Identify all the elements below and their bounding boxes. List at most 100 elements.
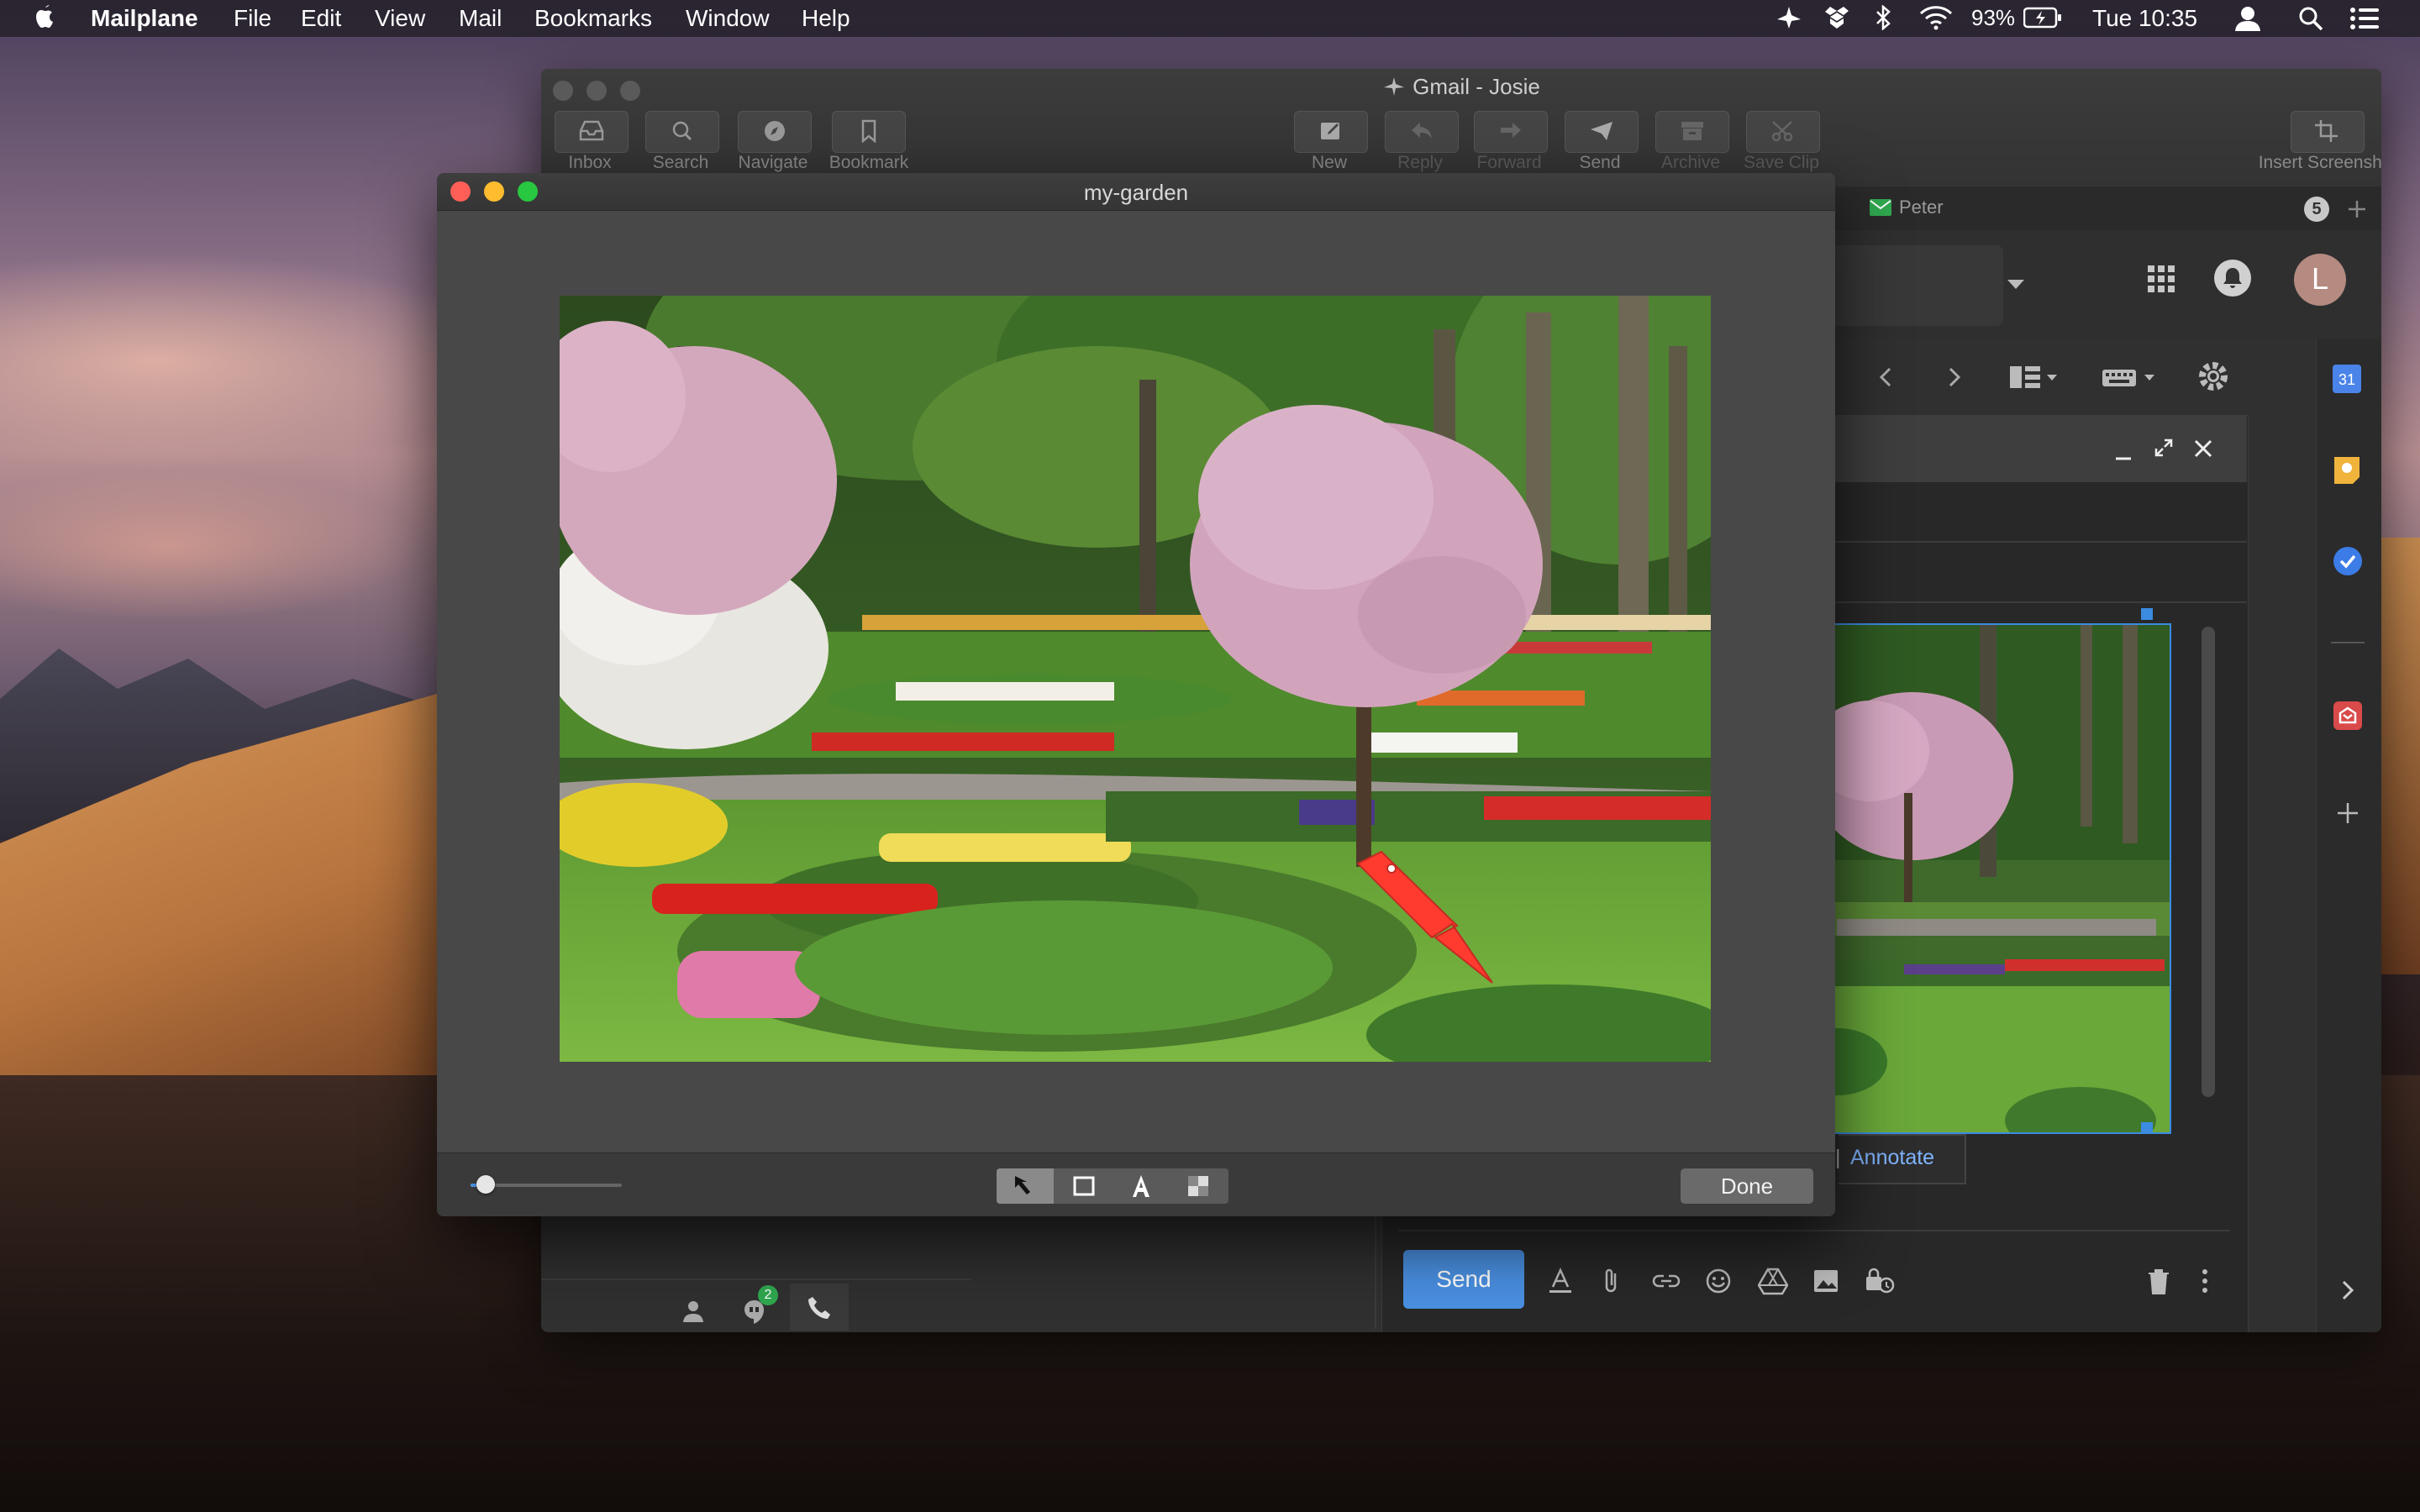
save-clip-label: Save Clip	[1744, 153, 1819, 172]
text-tool[interactable]	[1113, 1168, 1170, 1204]
compose-divider	[1398, 1230, 2230, 1231]
wifi-icon[interactable]	[1919, 5, 1953, 30]
addon-icon[interactable]	[2333, 701, 2363, 731]
bookmark-button[interactable]	[832, 111, 906, 153]
menubar-clock[interactable]: Tue 10:35	[2092, 5, 2197, 32]
minimize-icon[interactable]	[2112, 442, 2134, 464]
insert-screenshot-button[interactable]	[2291, 111, 2365, 153]
add-tab-icon[interactable]	[2346, 198, 2368, 220]
chat-badge: 2	[758, 1285, 778, 1305]
settings-gear-icon[interactable]	[2196, 360, 2230, 393]
new-button[interactable]	[1294, 111, 1368, 153]
compass-icon	[765, 121, 785, 141]
wallpaper-cloud	[0, 470, 420, 622]
avatar[interactable]: L	[2294, 254, 2346, 306]
menu-bar: Mailplane File Edit View Mail Bookmarks …	[0, 0, 2420, 37]
menu-file[interactable]: File	[234, 5, 271, 32]
calendar-icon[interactable]: 31	[2333, 365, 2361, 393]
notification-center-icon[interactable]	[2349, 7, 2380, 30]
app-menu[interactable]: Mailplane	[91, 5, 198, 32]
apple-icon[interactable]	[34, 3, 57, 32]
scissors-icon	[1771, 121, 1793, 142]
garden-photo[interactable]	[560, 296, 1711, 1062]
image-editor-window: my-garden Done	[437, 173, 1835, 1216]
pixelate-tool[interactable]	[1170, 1168, 1227, 1204]
insert-photo-icon[interactable]	[1812, 1267, 1840, 1295]
navigate-button[interactable]	[738, 111, 812, 153]
mail-icon	[1870, 199, 1891, 216]
menu-help[interactable]: Help	[802, 5, 850, 32]
keyboard-icon[interactable]	[2101, 365, 2161, 390]
archive-button[interactable]	[1655, 111, 1729, 153]
battery-charging-icon[interactable]	[2023, 7, 2062, 29]
insert-screenshot-label: Insert Screenshot	[2258, 153, 2381, 172]
text-format-icon[interactable]	[1546, 1267, 1575, 1295]
arrow-handle[interactable]	[1386, 864, 1397, 874]
side-panel	[2316, 339, 2381, 1332]
rectangle-tool[interactable]	[1055, 1168, 1113, 1204]
arrow-tool[interactable]	[997, 1168, 1054, 1204]
attached-image[interactable]	[1802, 623, 2171, 1134]
add-addon-icon[interactable]	[2334, 800, 2361, 827]
trash-icon[interactable]	[2146, 1267, 2171, 1295]
chevron-left-icon[interactable]	[1877, 366, 1894, 388]
confidential-mode-icon[interactable]	[1864, 1267, 1896, 1295]
spotlight-search-icon[interactable]	[2297, 5, 2324, 32]
annotate-label: Annotate	[1850, 1146, 1935, 1169]
menu-view[interactable]: View	[375, 5, 425, 32]
tasks-icon[interactable]	[2333, 546, 2363, 576]
send-label: Send	[1579, 153, 1621, 172]
navigate-label: Navigate	[738, 153, 808, 172]
user-icon[interactable]	[2233, 5, 2262, 32]
scrollbar[interactable]	[2202, 627, 2215, 1097]
compose-icon	[1321, 123, 1339, 139]
battery-percent: 93%	[1971, 5, 2016, 30]
tab-count-badge: 5	[2304, 197, 2329, 222]
menu-window[interactable]: Window	[686, 5, 770, 32]
send-icon	[1591, 122, 1612, 140]
menu-bookmarks[interactable]: Bookmarks	[534, 5, 652, 32]
airplane-icon	[1384, 77, 1405, 96]
reply-button[interactable]	[1385, 111, 1459, 153]
attach-icon[interactable]	[1602, 1267, 1622, 1295]
annotate-button[interactable]: | Annotate	[1835, 1134, 1966, 1184]
apps-grid-icon[interactable]	[2146, 264, 2176, 294]
emoji-icon[interactable]	[1704, 1267, 1733, 1295]
inbox-button[interactable]	[555, 111, 629, 153]
link-icon[interactable]	[1650, 1267, 1682, 1295]
chevron-down-icon[interactable]	[2007, 279, 2025, 291]
zoom-slider-knob[interactable]	[476, 1175, 495, 1194]
menu-mail[interactable]: Mail	[459, 5, 502, 32]
resize-handle[interactable]	[2141, 608, 2153, 620]
reply-icon	[1412, 123, 1432, 139]
expand-icon[interactable]	[2153, 437, 2175, 459]
forward-label: Forward	[1476, 153, 1542, 172]
keep-icon[interactable]	[2333, 455, 2361, 486]
bluetooth-icon[interactable]	[1874, 5, 1894, 30]
chevron-right-icon[interactable]	[1946, 366, 1963, 388]
split-pane-icon[interactable]	[2008, 365, 2060, 390]
search-button[interactable]	[645, 111, 719, 153]
forward-icon	[1501, 123, 1521, 138]
airplane-icon[interactable]	[1775, 5, 1803, 30]
tab-label: Peter	[1899, 197, 1944, 218]
dropbox-icon[interactable]	[1825, 3, 1849, 32]
phone-tab[interactable]	[790, 1284, 849, 1331]
resize-handle[interactable]	[2141, 1122, 2153, 1134]
menu-edit[interactable]: Edit	[301, 5, 341, 32]
rectangle-icon	[1073, 1176, 1095, 1196]
search-label: Search	[652, 153, 709, 172]
inbox-icon	[579, 120, 604, 141]
contacts-icon[interactable]	[681, 1299, 706, 1324]
save-clip-button[interactable]	[1746, 111, 1820, 153]
notifications-bell-icon[interactable]	[2213, 259, 2252, 297]
close-icon[interactable]	[2193, 438, 2213, 459]
send-button[interactable]: Send	[1403, 1250, 1524, 1309]
tab-peter[interactable]: Peter	[1852, 186, 2381, 230]
done-button[interactable]: Done	[1681, 1168, 1813, 1204]
send-toolbar-button[interactable]	[1565, 111, 1639, 153]
forward-button[interactable]	[1474, 111, 1548, 153]
more-options-icon[interactable]	[2200, 1267, 2210, 1295]
expand-panel-icon[interactable]	[2339, 1278, 2356, 1302]
drive-icon[interactable]	[1758, 1267, 1788, 1295]
